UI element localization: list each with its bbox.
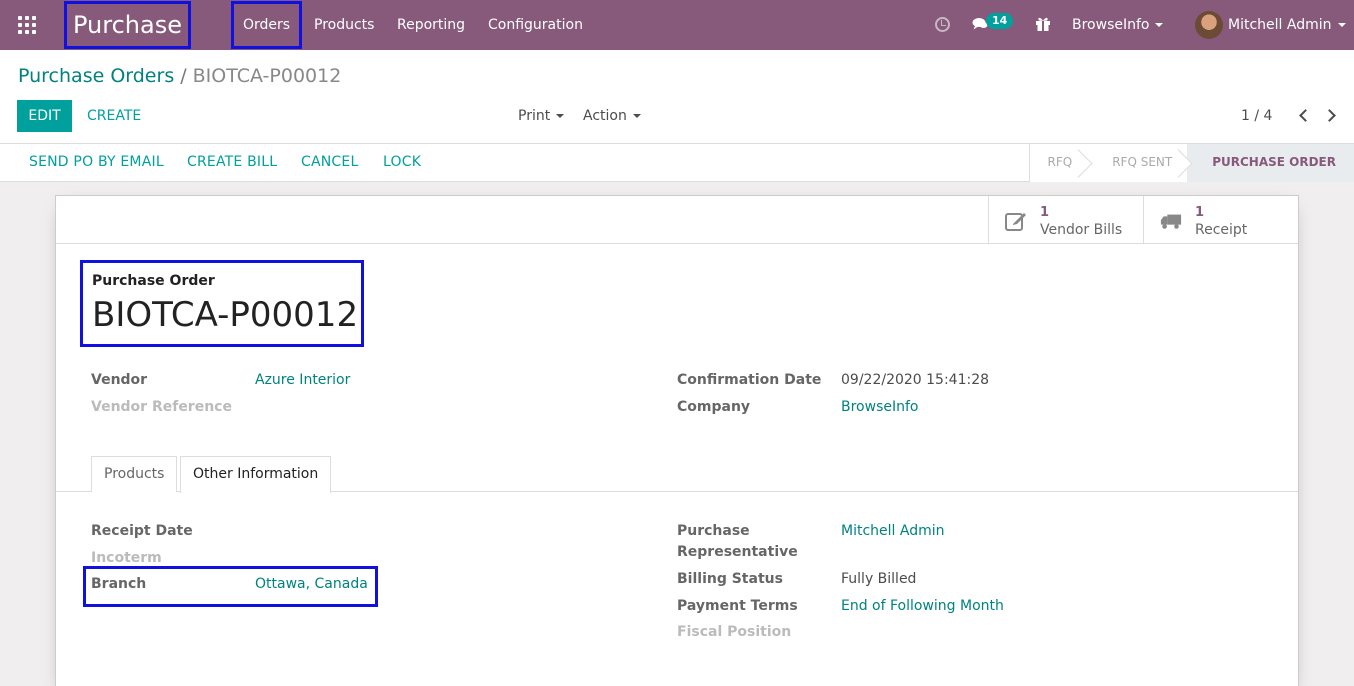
payment-terms-value[interactable]: End of Following Month xyxy=(841,598,1004,614)
edit-button[interactable]: EDIT xyxy=(17,100,72,132)
purchase-representative-label-line2: Representative xyxy=(677,544,798,560)
pager-value[interactable]: 1 / 4 xyxy=(1241,100,1272,132)
notebook-tabs: Products Other Information xyxy=(56,456,1298,493)
confirmation-date-label: Confirmation Date xyxy=(677,372,822,388)
company-name: BrowseInfo xyxy=(1072,17,1150,33)
send-po-by-email-button[interactable]: SEND PO BY EMAIL xyxy=(29,144,164,182)
record-name: BIOTCA-P00012 xyxy=(92,295,359,335)
receipt-smart-button[interactable]: 1 Receipt xyxy=(1143,196,1298,244)
fiscal-position-label: Fiscal Position xyxy=(677,624,792,640)
stage-arrow-icon xyxy=(1078,144,1096,182)
print-dropdown[interactable]: Print xyxy=(518,100,565,132)
menu-configuration[interactable]: Configuration xyxy=(488,0,583,50)
breadcrumb-current: BIOTCA-P00012 xyxy=(192,65,342,87)
stage-rfq-sent-label: RFQ SENT xyxy=(1112,155,1173,169)
gift-icon[interactable] xyxy=(1035,16,1051,32)
vendor-label: Vendor xyxy=(91,372,148,388)
chevron-down-icon xyxy=(632,114,641,118)
action-dropdown[interactable]: Action xyxy=(583,100,641,132)
chevron-left-icon[interactable] xyxy=(1299,109,1312,122)
vendor-reference-label: Vendor Reference xyxy=(91,399,232,415)
chevron-right-icon[interactable] xyxy=(1323,109,1336,122)
record-title-box: Purchase Order BIOTCA-P00012 xyxy=(80,260,364,347)
receipt-date-label: Receipt Date xyxy=(91,523,193,539)
menu-orders[interactable]: Orders xyxy=(231,1,302,49)
stage-rfq-sent[interactable]: RFQ SENT xyxy=(1087,144,1188,182)
purchase-representative-value[interactable]: Mitchell Admin xyxy=(841,523,945,539)
receipt-count: 1 xyxy=(1195,205,1205,220)
confirmation-date-value: 09/22/2020 15:41:28 xyxy=(841,372,990,388)
chevron-down-icon xyxy=(1155,23,1164,27)
menu-products[interactable]: Products xyxy=(314,0,374,50)
tab-products[interactable]: Products xyxy=(91,456,178,492)
record-type-label: Purchase Order xyxy=(92,273,215,289)
vendor-bills-smart-button[interactable]: 1 Vendor Bills xyxy=(988,196,1143,244)
branch-value[interactable]: Ottawa, Canada xyxy=(255,576,368,592)
user-menu[interactable]: Mitchell Admin xyxy=(1228,0,1346,50)
vendor-bills-label: Vendor Bills xyxy=(1040,222,1123,238)
pencil-square-icon xyxy=(1005,213,1026,231)
company-switcher[interactable]: BrowseInfo xyxy=(1072,0,1164,50)
top-navbar: Purchase Orders Products Reporting Confi… xyxy=(0,0,1354,50)
company-label: Company xyxy=(677,399,751,415)
receipt-label: Receipt xyxy=(1195,222,1248,238)
app-brand[interactable]: Purchase xyxy=(64,1,191,49)
branch-label: Branch xyxy=(91,576,147,592)
purchase-representative-label: Purchase xyxy=(677,523,750,539)
activity-clock-icon[interactable] xyxy=(935,17,950,32)
chevron-down-icon xyxy=(1337,23,1346,27)
status-bar: SEND PO BY EMAIL CREATE BILL CANCEL LOCK… xyxy=(0,144,1354,182)
create-button[interactable]: CREATE xyxy=(87,100,141,132)
stage-pipeline: RFQ RFQ SENT PURCHASE ORDER xyxy=(1028,144,1354,182)
stage-purchase-order: PURCHASE ORDER xyxy=(1187,144,1354,182)
menu-reporting[interactable]: Reporting xyxy=(397,0,465,50)
tab-other-information[interactable]: Other Information xyxy=(180,456,332,493)
message-count-badge: 14 xyxy=(986,13,1014,29)
chevron-down-icon xyxy=(556,114,565,118)
company-value[interactable]: BrowseInfo xyxy=(841,399,918,415)
stage-rfq-label: RFQ xyxy=(1047,155,1073,169)
breadcrumb-separator: / xyxy=(180,65,187,87)
incoterm-label: Incoterm xyxy=(91,550,162,566)
user-name: Mitchell Admin xyxy=(1228,17,1332,33)
smart-button-box: 1 Vendor Bills 1 Receipt xyxy=(56,196,1298,244)
breadcrumb: Purchase Orders / BIOTCA-P00012 xyxy=(18,65,341,87)
billing-status-label: Billing Status xyxy=(677,571,783,587)
lock-button[interactable]: LOCK xyxy=(383,144,421,182)
create-bill-button[interactable]: CREATE BILL xyxy=(187,144,277,182)
form-sheet: 1 Vendor Bills 1 Receipt Purchase Order … xyxy=(55,195,1299,686)
stage-arrow-icon xyxy=(1178,144,1196,182)
vendor-value[interactable]: Azure Interior xyxy=(255,372,350,388)
stage-purchase-order-label: PURCHASE ORDER xyxy=(1212,155,1336,169)
breadcrumb-purchase-orders[interactable]: Purchase Orders xyxy=(18,65,174,87)
control-panel: Purchase Orders / BIOTCA-P00012 EDIT CREAT… xyxy=(0,50,1354,144)
avatar[interactable] xyxy=(1195,11,1223,39)
apps-menu-icon[interactable] xyxy=(18,16,36,34)
print-label: Print xyxy=(518,108,551,124)
stage-rfq[interactable]: RFQ xyxy=(1028,144,1088,182)
payment-terms-label: Payment Terms xyxy=(677,598,798,614)
truck-icon xyxy=(1160,214,1182,229)
billing-status-value: Fully Billed xyxy=(841,571,917,587)
cancel-button[interactable]: CANCEL xyxy=(301,144,358,182)
action-label: Action xyxy=(583,108,627,124)
vendor-bills-count: 1 xyxy=(1040,205,1050,220)
